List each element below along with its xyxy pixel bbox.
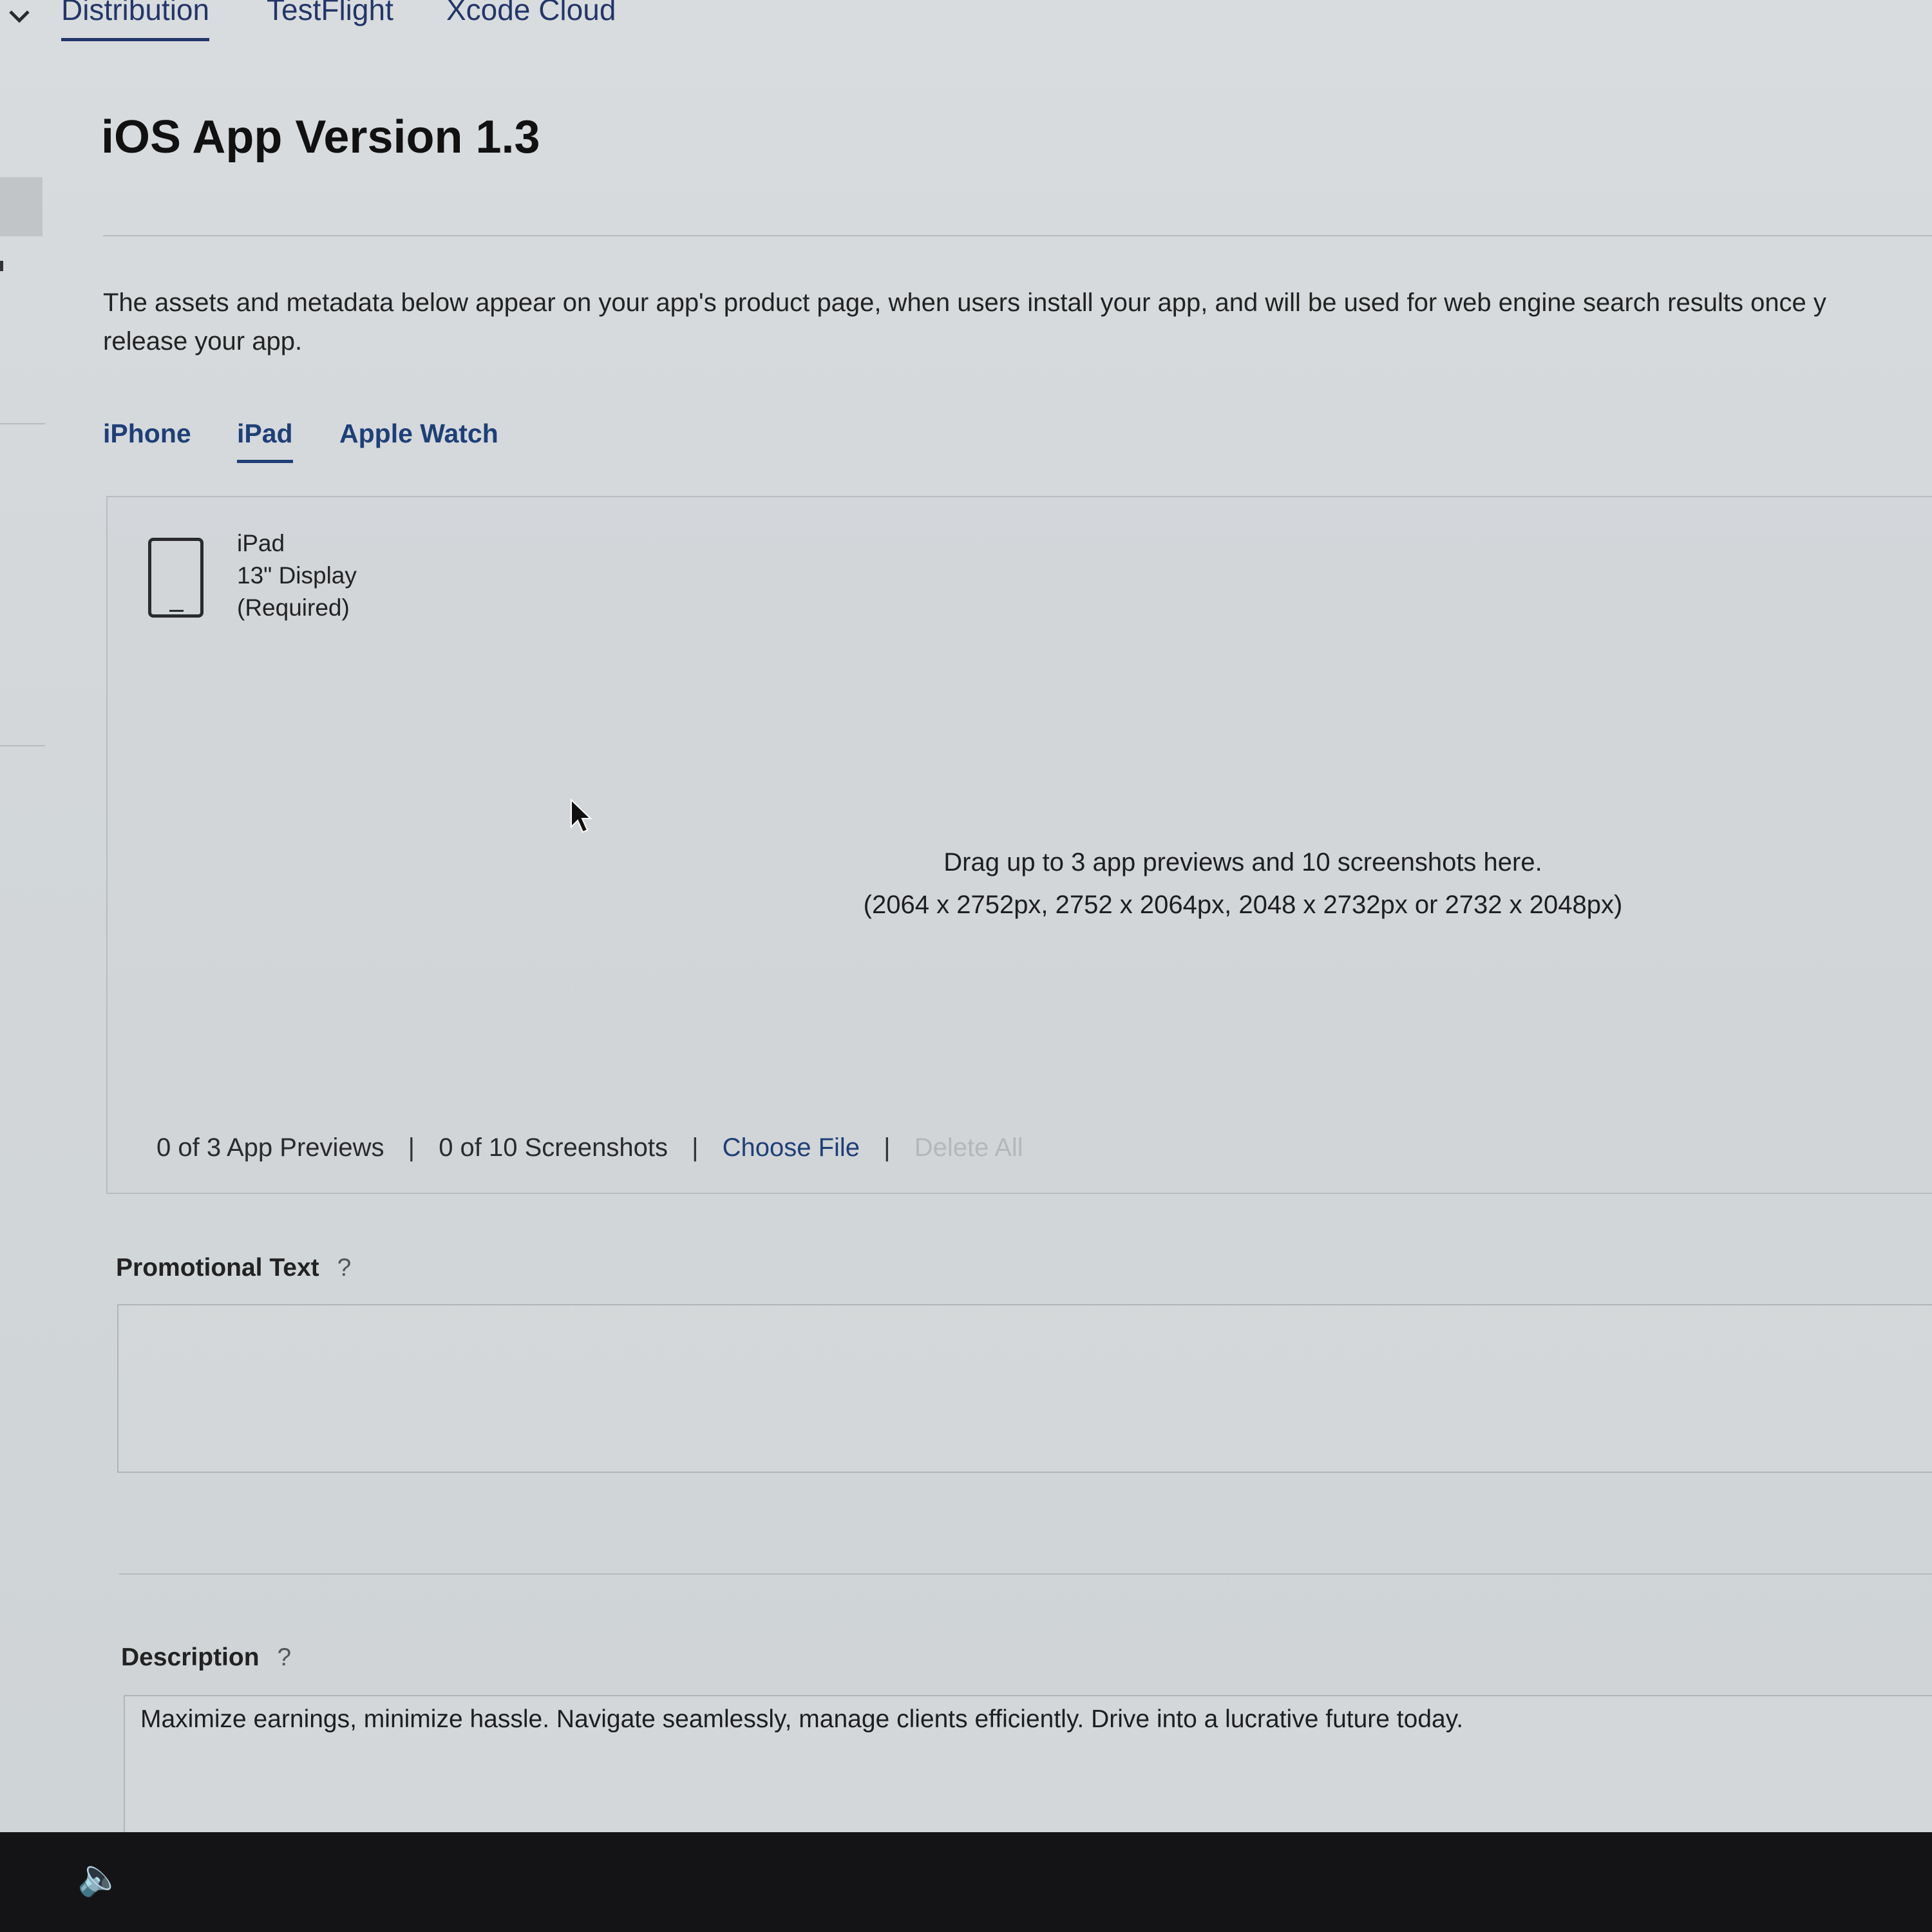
ipad-icon xyxy=(148,538,204,618)
delete-all-link: Delete All xyxy=(914,1133,1023,1162)
sidebar-indicator xyxy=(0,261,3,271)
promotional-text-field[interactable] xyxy=(117,1304,1932,1473)
device-name: iPad xyxy=(237,530,285,556)
monitor-bezel xyxy=(0,1832,1932,1932)
title-divider xyxy=(103,235,1932,236)
top-navigation: Distribution TestFlight Xcode Cloud xyxy=(0,0,1932,58)
intro-line: The assets and metadata below appear on … xyxy=(103,289,1826,317)
separator: | xyxy=(884,1133,891,1162)
description-label: Description? xyxy=(121,1643,291,1672)
media-status-row: 0 of 3 App Previews | 0 of 10 Screenshot… xyxy=(156,1133,1023,1162)
drop-instruction-line: Drag up to 3 app previews and 10 screens… xyxy=(943,848,1542,876)
screenshots-count: 0 of 10 Screenshots xyxy=(439,1133,668,1162)
description-label-text: Description xyxy=(121,1643,260,1671)
tab-testflight[interactable]: TestFlight xyxy=(267,0,393,27)
sidebar-divider xyxy=(0,745,45,746)
requirement-note: (Required) xyxy=(237,594,350,621)
promotional-text-label-text: Promotional Text xyxy=(116,1254,319,1282)
sidebar-selected-item[interactable] xyxy=(0,177,43,236)
sidebar-divider xyxy=(0,423,45,424)
tab-xcode-cloud[interactable]: Xcode Cloud xyxy=(446,0,616,27)
previews-count: 0 of 3 App Previews xyxy=(156,1133,384,1162)
description-value: Maximize earnings, minimize hassle. Navi… xyxy=(140,1705,1464,1733)
tab-apple-watch[interactable]: Apple Watch xyxy=(339,419,498,449)
intro-text: The assets and metadata below appear on … xyxy=(103,283,1932,361)
display-size: 13" Display xyxy=(237,562,357,589)
drop-dimensions-line: (2064 x 2752px, 2752 x 2064px, 2048 x 27… xyxy=(863,891,1623,919)
help-icon[interactable]: ? xyxy=(337,1254,352,1282)
section-divider xyxy=(119,1573,1932,1575)
choose-file-link[interactable]: Choose File xyxy=(723,1133,860,1162)
separator: | xyxy=(408,1133,415,1162)
page-title: iOS App Version 1.3 xyxy=(101,111,540,163)
promotional-text-label: Promotional Text? xyxy=(116,1254,351,1282)
tab-distribution[interactable]: Distribution xyxy=(61,0,210,41)
separator: | xyxy=(692,1133,699,1162)
drop-instructions: Drag up to 3 app previews and 10 screens… xyxy=(644,841,1842,926)
mouse-cursor-icon xyxy=(571,799,592,833)
intro-line: release your app. xyxy=(103,327,303,355)
help-icon[interactable]: ? xyxy=(278,1643,292,1672)
chevron-down-icon[interactable] xyxy=(5,3,33,31)
tab-iphone[interactable]: iPhone xyxy=(103,419,191,449)
speaker-icon: 🔈 xyxy=(77,1857,122,1897)
tab-ipad[interactable]: iPad xyxy=(237,419,293,463)
app-store-connect-screen: Distribution TestFlight Xcode Cloud iOS … xyxy=(0,0,1932,1832)
